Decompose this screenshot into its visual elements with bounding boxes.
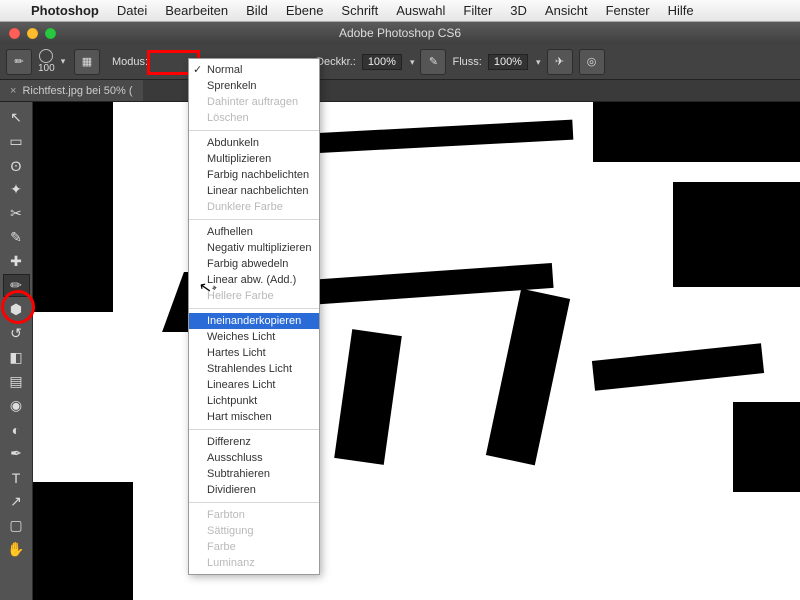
brush-panel-button[interactable]: ▦: [74, 49, 100, 75]
modus-item-linear-nachbelichten[interactable]: Linear nachbelichten: [189, 183, 319, 199]
modus-item-farbig-abwedeln[interactable]: Farbig abwedeln: [189, 256, 319, 272]
tool-move[interactable]: ↖: [3, 106, 30, 129]
modus-item-weiches-licht[interactable]: Weiches Licht: [189, 329, 319, 345]
mac-menubar[interactable]: Photoshop Datei Bearbeiten Bild Ebene Sc…: [0, 0, 800, 22]
modus-item-s-ttigung: Sättigung: [189, 523, 319, 539]
airbrush-button[interactable]: ✈: [547, 49, 573, 75]
menu-separator: [189, 502, 319, 503]
modus-item-subtrahieren[interactable]: Subtrahieren: [189, 466, 319, 482]
menu-separator: [189, 130, 319, 131]
deckk-label: Deckkr.:: [316, 56, 356, 68]
deckk-value[interactable]: 100%: [362, 54, 402, 70]
menu-datei[interactable]: Datei: [108, 3, 156, 18]
canvas-image: [33, 102, 800, 600]
tool-marquee[interactable]: ▭: [3, 130, 30, 153]
annotation-brush-highlight: [1, 290, 35, 324]
modus-item-sprenkeln[interactable]: Sprenkeln: [189, 78, 319, 94]
cursor-icon: ↖⌖: [198, 277, 219, 298]
modus-item-negativ-multiplizieren[interactable]: Negativ multiplizieren: [189, 240, 319, 256]
modus-item-farbe: Farbe: [189, 539, 319, 555]
modus-item-aufhellen[interactable]: Aufhellen: [189, 224, 319, 240]
brush-size-picker[interactable]: 100: [38, 49, 68, 74]
tools-panel: ↖▭ʘ✦✂✎✚✏⬢↺◧▤◉◐✒T↗▢✋: [0, 102, 33, 600]
menu-app[interactable]: Photoshop: [22, 3, 108, 18]
tool-path[interactable]: ↗: [3, 490, 30, 513]
menu-separator: [189, 308, 319, 309]
modus-item-normal[interactable]: Normal: [189, 62, 319, 78]
document-tab-label: Richtfest.jpg bei 50% (: [22, 85, 132, 97]
tool-wand[interactable]: ✦: [3, 178, 30, 201]
modus-item-abdunkeln[interactable]: Abdunkeln: [189, 135, 319, 151]
pressure-size-button[interactable]: ◎: [579, 49, 605, 75]
tool-type[interactable]: T: [3, 466, 30, 489]
tool-pen[interactable]: ✒: [3, 442, 30, 465]
workspace: ↖▭ʘ✦✂✎✚✏⬢↺◧▤◉◐✒T↗▢✋: [0, 102, 800, 600]
brush-preview-icon: [39, 49, 53, 63]
menu-separator: [189, 219, 319, 220]
tool-eraser[interactable]: ◧: [3, 346, 30, 369]
tool-eyedropper[interactable]: ✎: [3, 226, 30, 249]
modus-item-farbton: Farbton: [189, 507, 319, 523]
modus-item-ineinanderkopieren[interactable]: Ineinanderkopieren: [189, 313, 319, 329]
fluss-value[interactable]: 100%: [488, 54, 528, 70]
modus-item-farbig-nachbelichten[interactable]: Farbig nachbelichten: [189, 167, 319, 183]
menu-separator: [189, 429, 319, 430]
menu-3d[interactable]: 3D: [501, 3, 536, 18]
modus-item-dividieren[interactable]: Dividieren: [189, 482, 319, 498]
menu-bild[interactable]: Bild: [237, 3, 277, 18]
close-tab-icon[interactable]: ×: [10, 85, 16, 97]
tool-dodge[interactable]: ◐: [3, 418, 30, 441]
modus-item-ausschluss[interactable]: Ausschluss: [189, 450, 319, 466]
modus-item-l-schen: Löschen: [189, 110, 319, 126]
brush-size-value: 100: [38, 63, 55, 74]
document-tab-bar: × Richtfest.jpg bei 50% (: [0, 80, 800, 102]
modus-item-lichtpunkt[interactable]: Lichtpunkt: [189, 393, 319, 409]
tool-history[interactable]: ↺: [3, 322, 30, 345]
modus-item-multiplizieren[interactable]: Multiplizieren: [189, 151, 319, 167]
tool-heal[interactable]: ✚: [3, 250, 30, 273]
pressure-opacity-button[interactable]: ✎: [420, 49, 446, 75]
menu-bearbeiten[interactable]: Bearbeiten: [156, 3, 237, 18]
tool-preset-button[interactable]: ✏: [6, 49, 32, 75]
menu-fenster[interactable]: Fenster: [597, 3, 659, 18]
modus-item-strahlendes-licht[interactable]: Strahlendes Licht: [189, 361, 319, 377]
modus-item-dunklere-farbe: Dunklere Farbe: [189, 199, 319, 215]
menu-schrift[interactable]: Schrift: [332, 3, 387, 18]
window-title: Adobe Photoshop CS6: [0, 26, 800, 40]
fluss-chevron-icon[interactable]: [534, 56, 541, 68]
canvas-area[interactable]: [33, 102, 800, 600]
menu-auswahl[interactable]: Auswahl: [387, 3, 454, 18]
window-titlebar: Adobe Photoshop CS6: [0, 22, 800, 44]
modus-item-hart-mischen[interactable]: Hart mischen: [189, 409, 319, 425]
tool-blur[interactable]: ◉: [3, 394, 30, 417]
tool-shape[interactable]: ▢: [3, 514, 30, 537]
menu-hilfe[interactable]: Hilfe: [659, 3, 703, 18]
menu-filter[interactable]: Filter: [454, 3, 501, 18]
tool-hand[interactable]: ✋: [3, 538, 30, 561]
document-tab[interactable]: × Richtfest.jpg bei 50% (: [0, 80, 143, 101]
deckk-chevron-icon[interactable]: [408, 56, 415, 68]
modus-item-differenz[interactable]: Differenz: [189, 434, 319, 450]
modus-label: Modus:: [112, 56, 148, 68]
tool-gradient[interactable]: ▤: [3, 370, 30, 393]
tool-crop[interactable]: ✂: [3, 202, 30, 225]
menu-ebene[interactable]: Ebene: [277, 3, 333, 18]
menu-ansicht[interactable]: Ansicht: [536, 3, 597, 18]
fluss-label: Fluss:: [452, 56, 481, 68]
modus-item-dahinter-auftragen: Dahinter auftragen: [189, 94, 319, 110]
modus-item-hartes-licht[interactable]: Hartes Licht: [189, 345, 319, 361]
modus-item-luminanz: Luminanz: [189, 555, 319, 571]
modus-item-lineares-licht[interactable]: Lineares Licht: [189, 377, 319, 393]
modus-menu[interactable]: NormalSprenkelnDahinter auftragenLöschen…: [188, 58, 320, 575]
options-bar: ✏ 100 ▦ Modus: Deckkr.: 100% ✎ Fluss: 10…: [0, 44, 800, 80]
tool-lasso[interactable]: ʘ: [3, 154, 30, 177]
